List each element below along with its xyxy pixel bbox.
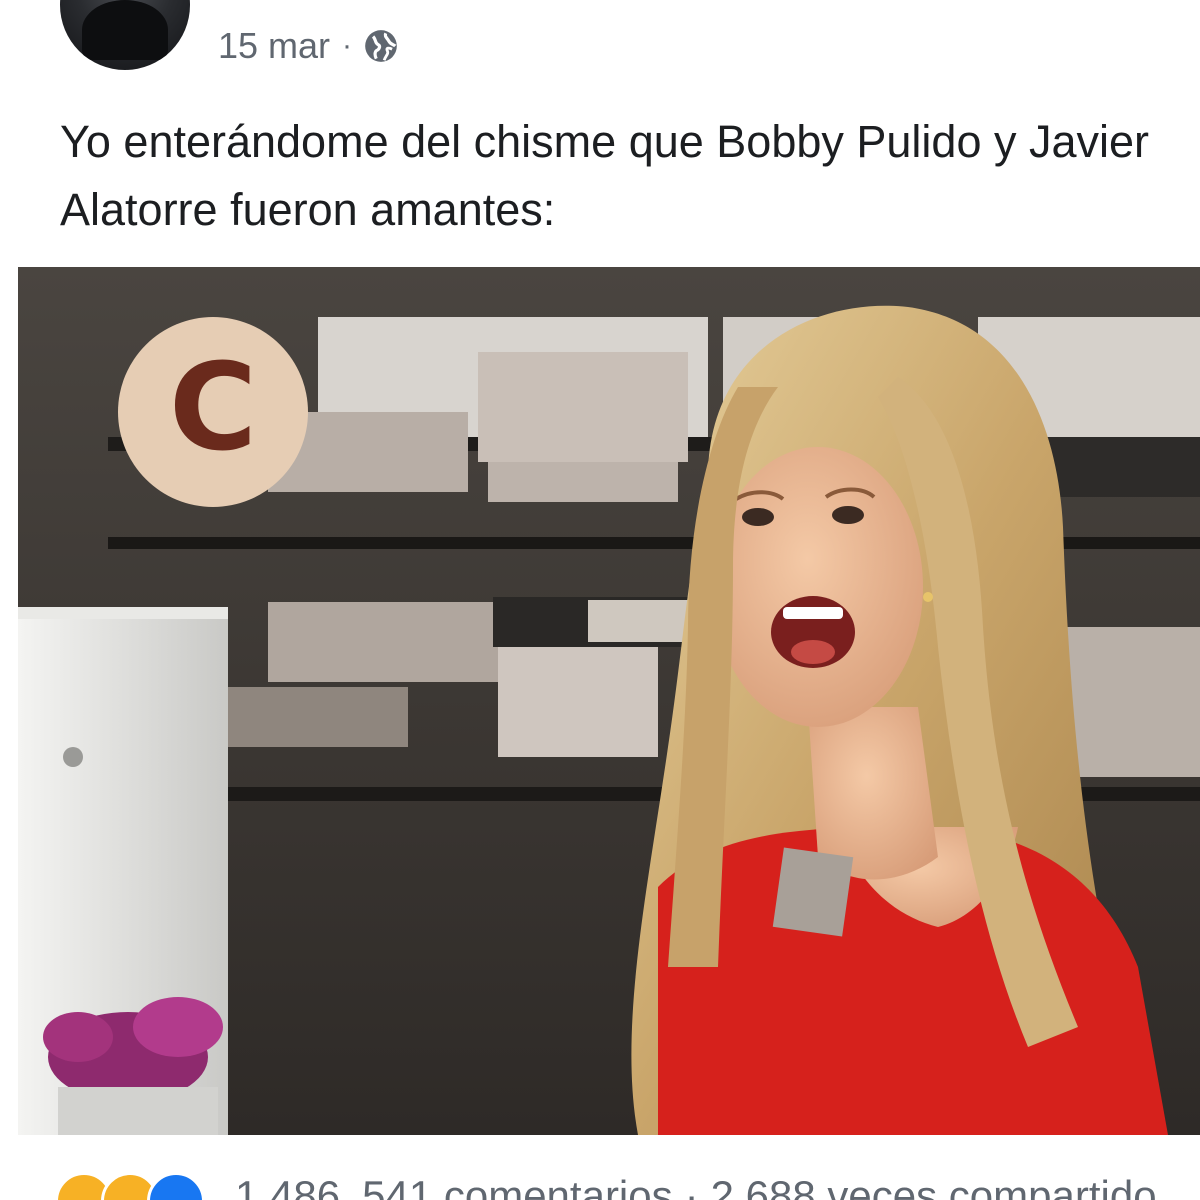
post-meta: 15 mar · (218, 24, 400, 68)
facebook-post: 15 mar · Yo enterándome del chisme que B… (0, 0, 1200, 1200)
reaction-icons[interactable] (55, 1172, 205, 1200)
reaction-count[interactable]: 1.486 (235, 1172, 340, 1200)
globe-icon (365, 30, 397, 62)
footer-separator: · (684, 1172, 699, 1200)
comments-count[interactable]: 541 comentarios (362, 1172, 673, 1200)
post-caption: Yo enterándome del chisme que Bobby Puli… (60, 116, 1150, 235)
meta-separator: · (342, 29, 353, 62)
post-date[interactable]: 15 mar (218, 25, 330, 67)
avatar-figure (82, 0, 168, 60)
avatar[interactable] (60, 0, 190, 70)
post-footer: 1.486 541 comentarios · 2.688 veces comp… (55, 1172, 1200, 1200)
meme-photo: C (18, 267, 1200, 1135)
like-reaction-icon (147, 1172, 205, 1200)
tv-logo-letter: C (169, 339, 257, 478)
post-image[interactable]: C (18, 267, 1200, 1135)
shares-count[interactable]: 2.688 veces compartido (711, 1172, 1157, 1200)
flowers (43, 997, 223, 1135)
